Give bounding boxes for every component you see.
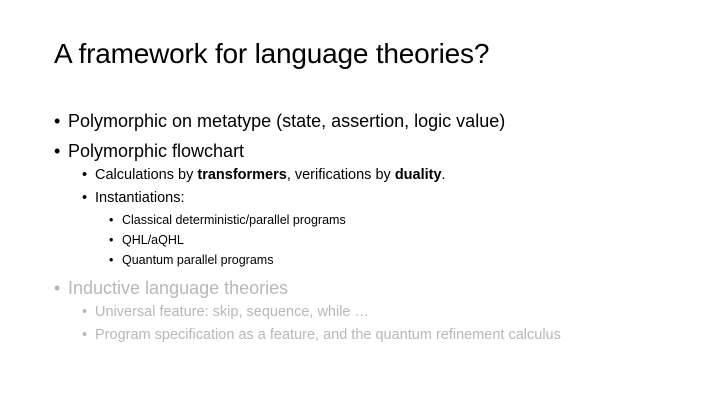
calculations-bold-transformers: transformers [197, 167, 287, 183]
bullet-dot-icon: • [82, 167, 88, 183]
bullet-item-quantum-parallel: • Quantum parallel programs [109, 253, 273, 267]
bullet-dot-icon: • [82, 304, 88, 320]
bullet-item-calculations: • Calculations by transformers, verifica… [82, 167, 446, 183]
bullet-text: Classical deterministic/parallel program… [122, 213, 346, 227]
bullet-dot-icon: • [109, 253, 114, 267]
bullet-item-universal-feature: • Universal feature: skip, sequence, whi… [82, 304, 369, 320]
calculations-text-1: Calculations by [95, 167, 198, 183]
bullet-dot-icon: • [82, 327, 88, 343]
bullet-item-polymorphic-flowchart: • Polymorphic flowchart [54, 141, 244, 162]
calculations-bold-duality: duality [394, 167, 442, 183]
bullet-text: Polymorphic on metatype (state, assertio… [68, 111, 506, 131]
bullet-dot-icon: • [54, 111, 61, 131]
bullet-text: Calculations by transformers, verificati… [95, 167, 446, 183]
bullet-text: Polymorphic flowchart [68, 141, 245, 161]
bullet-text: Quantum parallel programs [122, 253, 274, 267]
bullet-item-inductive: • Inductive language theories [54, 278, 288, 299]
bullet-text: Inductive language theories [68, 278, 289, 298]
bullet-dot-icon: • [82, 190, 88, 206]
calculations-text-3: . [441, 167, 446, 183]
bullet-dot-icon: • [54, 278, 61, 298]
calculations-text-2: , verifications by [286, 167, 395, 183]
bullet-item-qhl: • QHL/aQHL [109, 233, 184, 247]
bullet-item-polymorphic-metatype: • Polymorphic on metatype (state, assert… [54, 111, 505, 132]
bullet-item-instantiations: • Instantiations: [82, 190, 184, 206]
bullet-dot-icon: • [54, 141, 61, 161]
bullet-dot-icon: • [109, 213, 114, 227]
bullet-text: QHL/aQHL [122, 233, 184, 247]
bullet-item-classical: • Classical deterministic/parallel progr… [109, 213, 346, 227]
slide-title: A framework for language theories? [54, 38, 490, 69]
slide: A framework for language theories? • Pol… [0, 0, 720, 405]
bullet-dot-icon: • [109, 233, 114, 247]
bullet-text: Program specification as a feature, and … [95, 327, 561, 343]
bullet-text: Instantiations: [95, 190, 185, 206]
bullet-item-program-specification: • Program specification as a feature, an… [82, 327, 561, 343]
bullet-text: Universal feature: skip, sequence, while… [95, 304, 370, 320]
